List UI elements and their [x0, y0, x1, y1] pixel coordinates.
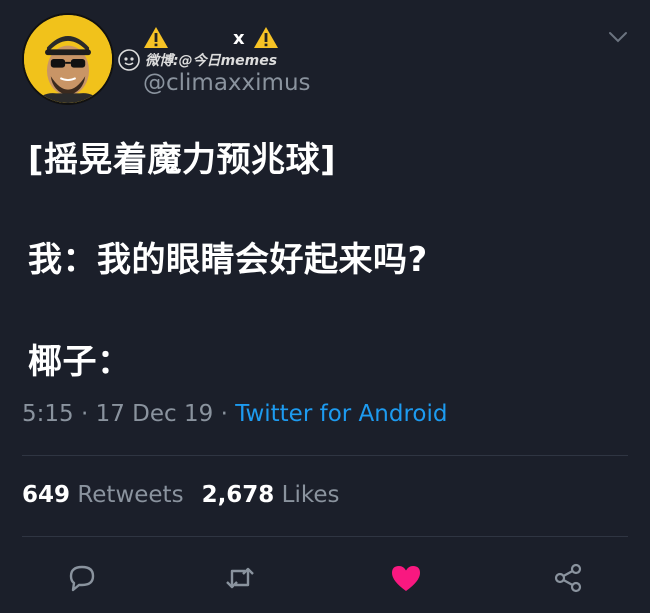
retweet-icon — [226, 567, 254, 589]
retweets-stat[interactable]: 649 Retweets — [22, 482, 184, 508]
like-button[interactable] — [384, 556, 428, 600]
weibo-logo-icon — [117, 48, 141, 72]
watermark-text: 微博:@今日memes — [145, 53, 278, 69]
retweets-count: 649 — [22, 482, 71, 508]
tweet-time[interactable]: 5:15 — [22, 401, 74, 427]
meta-separator: · — [73, 401, 96, 427]
share-icon — [554, 563, 582, 593]
divider — [22, 455, 628, 456]
divider — [22, 536, 628, 537]
tweet-source[interactable]: Twitter for Android — [235, 401, 447, 427]
heart-icon — [392, 566, 420, 591]
likes-label: Likes — [281, 482, 340, 508]
tweet-date[interactable]: 17 Dec 19 — [96, 401, 214, 427]
tweet-stats: 649 Retweets 2,678 Likes — [22, 482, 339, 508]
action-bar — [0, 556, 650, 602]
avatar[interactable] — [22, 13, 114, 105]
tweet-text-line: 椰子： — [28, 342, 132, 382]
reply-icon — [69, 565, 95, 592]
likes-count: 2,678 — [201, 482, 275, 508]
tweet-text-line: 我：我的眼睛会好起来吗? — [28, 240, 428, 280]
reply-button[interactable] — [60, 556, 104, 600]
user-handle[interactable]: @climaxximus — [143, 70, 311, 96]
tweet-meta: 5:15 · 17 Dec 19 · Twitter for Android — [22, 401, 447, 427]
tweet-card: x 微博:@今日memes @climaxximus [摇晃着魔力预兆球] 我：… — [0, 0, 650, 613]
meta-separator: · — [213, 401, 236, 427]
likes-stat[interactable]: 2,678 Likes — [202, 482, 340, 508]
retweet-button[interactable] — [218, 556, 262, 600]
retweets-label: Retweets — [77, 482, 184, 508]
chevron-down-icon[interactable] — [608, 30, 628, 44]
share-button[interactable] — [546, 556, 590, 600]
tweet-text-line: [摇晃着魔力预兆球] — [28, 140, 337, 180]
watermark: 微博:@今日memes — [117, 48, 277, 72]
display-name-mark: x — [233, 27, 245, 49]
